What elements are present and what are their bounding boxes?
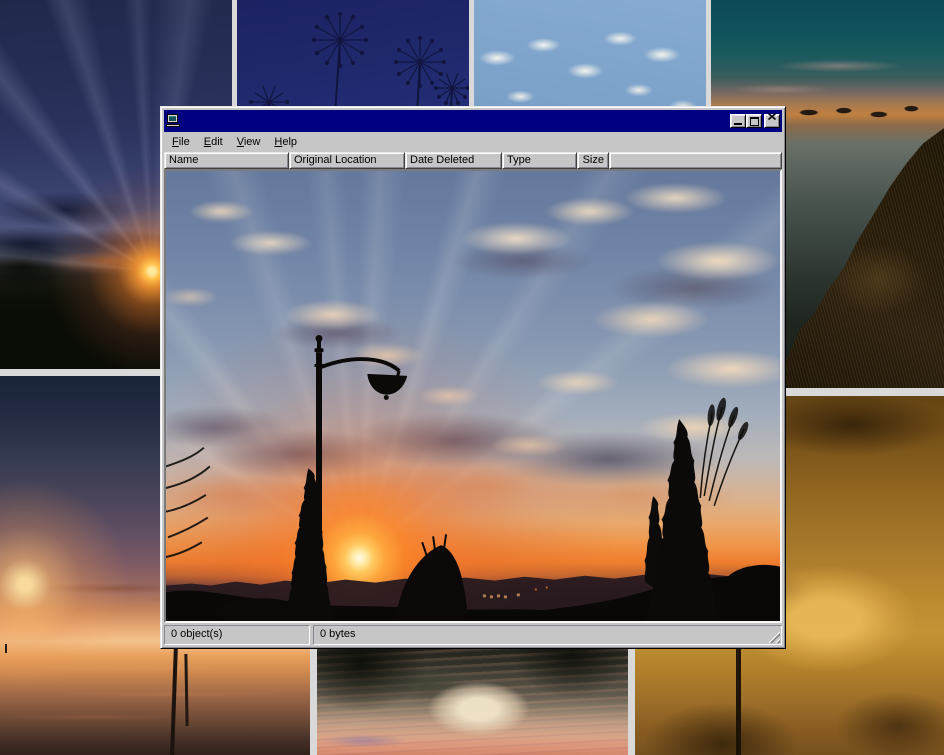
column-header-size[interactable]: Size bbox=[577, 152, 609, 169]
status-object-count: 0 object(s) bbox=[164, 625, 310, 645]
column-header-row: Name Original Location Date Deleted Type… bbox=[164, 152, 782, 169]
maximize-icon bbox=[750, 117, 759, 126]
status-bar: 0 object(s) 0 bytes bbox=[164, 625, 782, 645]
menu-file[interactable]: File bbox=[165, 134, 197, 151]
water-pole bbox=[184, 654, 188, 726]
water-pole bbox=[5, 644, 7, 653]
menu-help[interactable]: Help bbox=[267, 134, 304, 151]
maximize-button[interactable] bbox=[746, 114, 762, 128]
column-header-type[interactable]: Type bbox=[502, 152, 577, 169]
status-size: 0 bytes bbox=[313, 625, 782, 645]
water-pole bbox=[170, 646, 178, 755]
close-button[interactable] bbox=[764, 114, 780, 128]
column-header-date-deleted[interactable]: Date Deleted bbox=[405, 152, 502, 169]
minimize-icon bbox=[734, 123, 742, 125]
close-icon bbox=[768, 107, 776, 125]
menu-edit[interactable]: Edit bbox=[197, 134, 230, 151]
column-header-original-location[interactable]: Original Location bbox=[289, 152, 405, 169]
column-header-name[interactable]: Name bbox=[164, 152, 289, 169]
menu-view[interactable]: View bbox=[230, 134, 268, 151]
computer-monitor-icon[interactable] bbox=[166, 114, 182, 129]
minimize-button[interactable] bbox=[730, 114, 746, 128]
column-header-filler bbox=[609, 152, 782, 169]
list-view[interactable] bbox=[164, 169, 782, 623]
recycle-bin-window: File Edit View Help Name Original Locati… bbox=[160, 106, 786, 649]
title-bar[interactable] bbox=[164, 110, 782, 132]
silhouette-layer bbox=[166, 171, 780, 621]
desktop: File Edit View Help Name Original Locati… bbox=[0, 0, 944, 755]
menu-bar: File Edit View Help bbox=[164, 132, 782, 152]
